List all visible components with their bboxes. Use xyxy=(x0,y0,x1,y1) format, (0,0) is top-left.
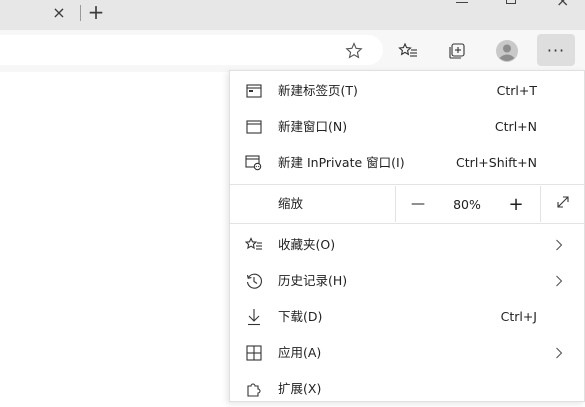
menu-item-apps[interactable]: 应用(A) xyxy=(230,335,584,371)
title-bar: × + × xyxy=(0,0,585,30)
menu-item-shortcut: Ctrl+N xyxy=(494,119,537,134)
chevron-right-icon xyxy=(552,272,566,290)
menu-divider xyxy=(230,223,584,224)
new-tab-button[interactable]: + xyxy=(87,1,105,23)
favorites-icon[interactable] xyxy=(395,38,421,64)
menu-item-downloads[interactable]: 下载(D) Ctrl+J xyxy=(230,299,584,335)
settings-menu: 新建标签页(T) Ctrl+T 新建窗口(N) Ctrl+N 新建 InPriv… xyxy=(229,70,585,402)
profile-avatar-icon[interactable] xyxy=(494,38,520,64)
zoom-level-value: 80% xyxy=(453,196,481,212)
maximize-button[interactable] xyxy=(506,0,516,4)
inprivate-icon xyxy=(245,154,263,172)
menu-item-new-inprivate-window[interactable]: 新建 InPrivate 窗口(I) Ctrl+Shift+N xyxy=(230,145,584,181)
apps-icon xyxy=(245,344,263,362)
history-icon xyxy=(245,272,263,290)
download-icon xyxy=(245,308,263,326)
menu-item-favorites[interactable]: 收藏夹(O) xyxy=(230,227,584,263)
extensions-puzzle-icon xyxy=(245,380,263,398)
menu-item-label: 下载(D) xyxy=(278,309,323,324)
settings-and-more-button[interactable]: ··· xyxy=(537,34,575,66)
favorites-icon xyxy=(245,236,263,254)
browser-toolbar: ··· xyxy=(0,30,585,72)
chevron-right-icon xyxy=(552,344,566,362)
fullscreen-button[interactable] xyxy=(541,186,584,222)
menu-item-shortcut: Ctrl+J xyxy=(500,309,537,324)
menu-item-label: 历史记录(H) xyxy=(278,273,348,288)
new-tab-icon xyxy=(245,82,263,100)
fullscreen-expand-icon xyxy=(555,194,571,214)
chevron-right-icon xyxy=(552,236,566,254)
menu-item-label: 扩展(X) xyxy=(278,381,322,396)
menu-item-label: 新建窗口(N) xyxy=(278,119,348,134)
zoom-row: 缩放 — 80% + xyxy=(230,186,584,222)
menu-item-label: 收藏夹(O) xyxy=(278,237,336,252)
add-favorite-star-icon[interactable] xyxy=(341,38,367,64)
menu-item-shortcut: Ctrl+T xyxy=(496,83,537,98)
zoom-out-button[interactable]: — xyxy=(396,186,440,222)
tab-separator xyxy=(80,5,81,21)
zoom-in-button[interactable]: + xyxy=(494,186,538,222)
zoom-label: 缩放 xyxy=(278,196,304,211)
window-close-button[interactable]: × xyxy=(556,0,569,9)
menu-item-label: 新建标签页(T) xyxy=(278,83,358,98)
collections-icon[interactable] xyxy=(444,38,470,64)
menu-item-new-tab[interactable]: 新建标签页(T) Ctrl+T xyxy=(230,73,584,109)
menu-divider xyxy=(230,184,584,185)
menu-item-history[interactable]: 历史记录(H) xyxy=(230,263,584,299)
new-window-icon xyxy=(245,118,263,136)
menu-item-shortcut: Ctrl+Shift+N xyxy=(456,155,537,170)
tab-close-button[interactable]: × xyxy=(52,4,66,22)
menu-item-label: 新建 InPrivate 窗口(I) xyxy=(278,155,405,170)
menu-item-new-window[interactable]: 新建窗口(N) Ctrl+N xyxy=(230,109,584,145)
address-bar[interactable] xyxy=(0,35,383,65)
menu-item-label: 应用(A) xyxy=(278,345,322,360)
minimize-button[interactable] xyxy=(456,2,468,3)
